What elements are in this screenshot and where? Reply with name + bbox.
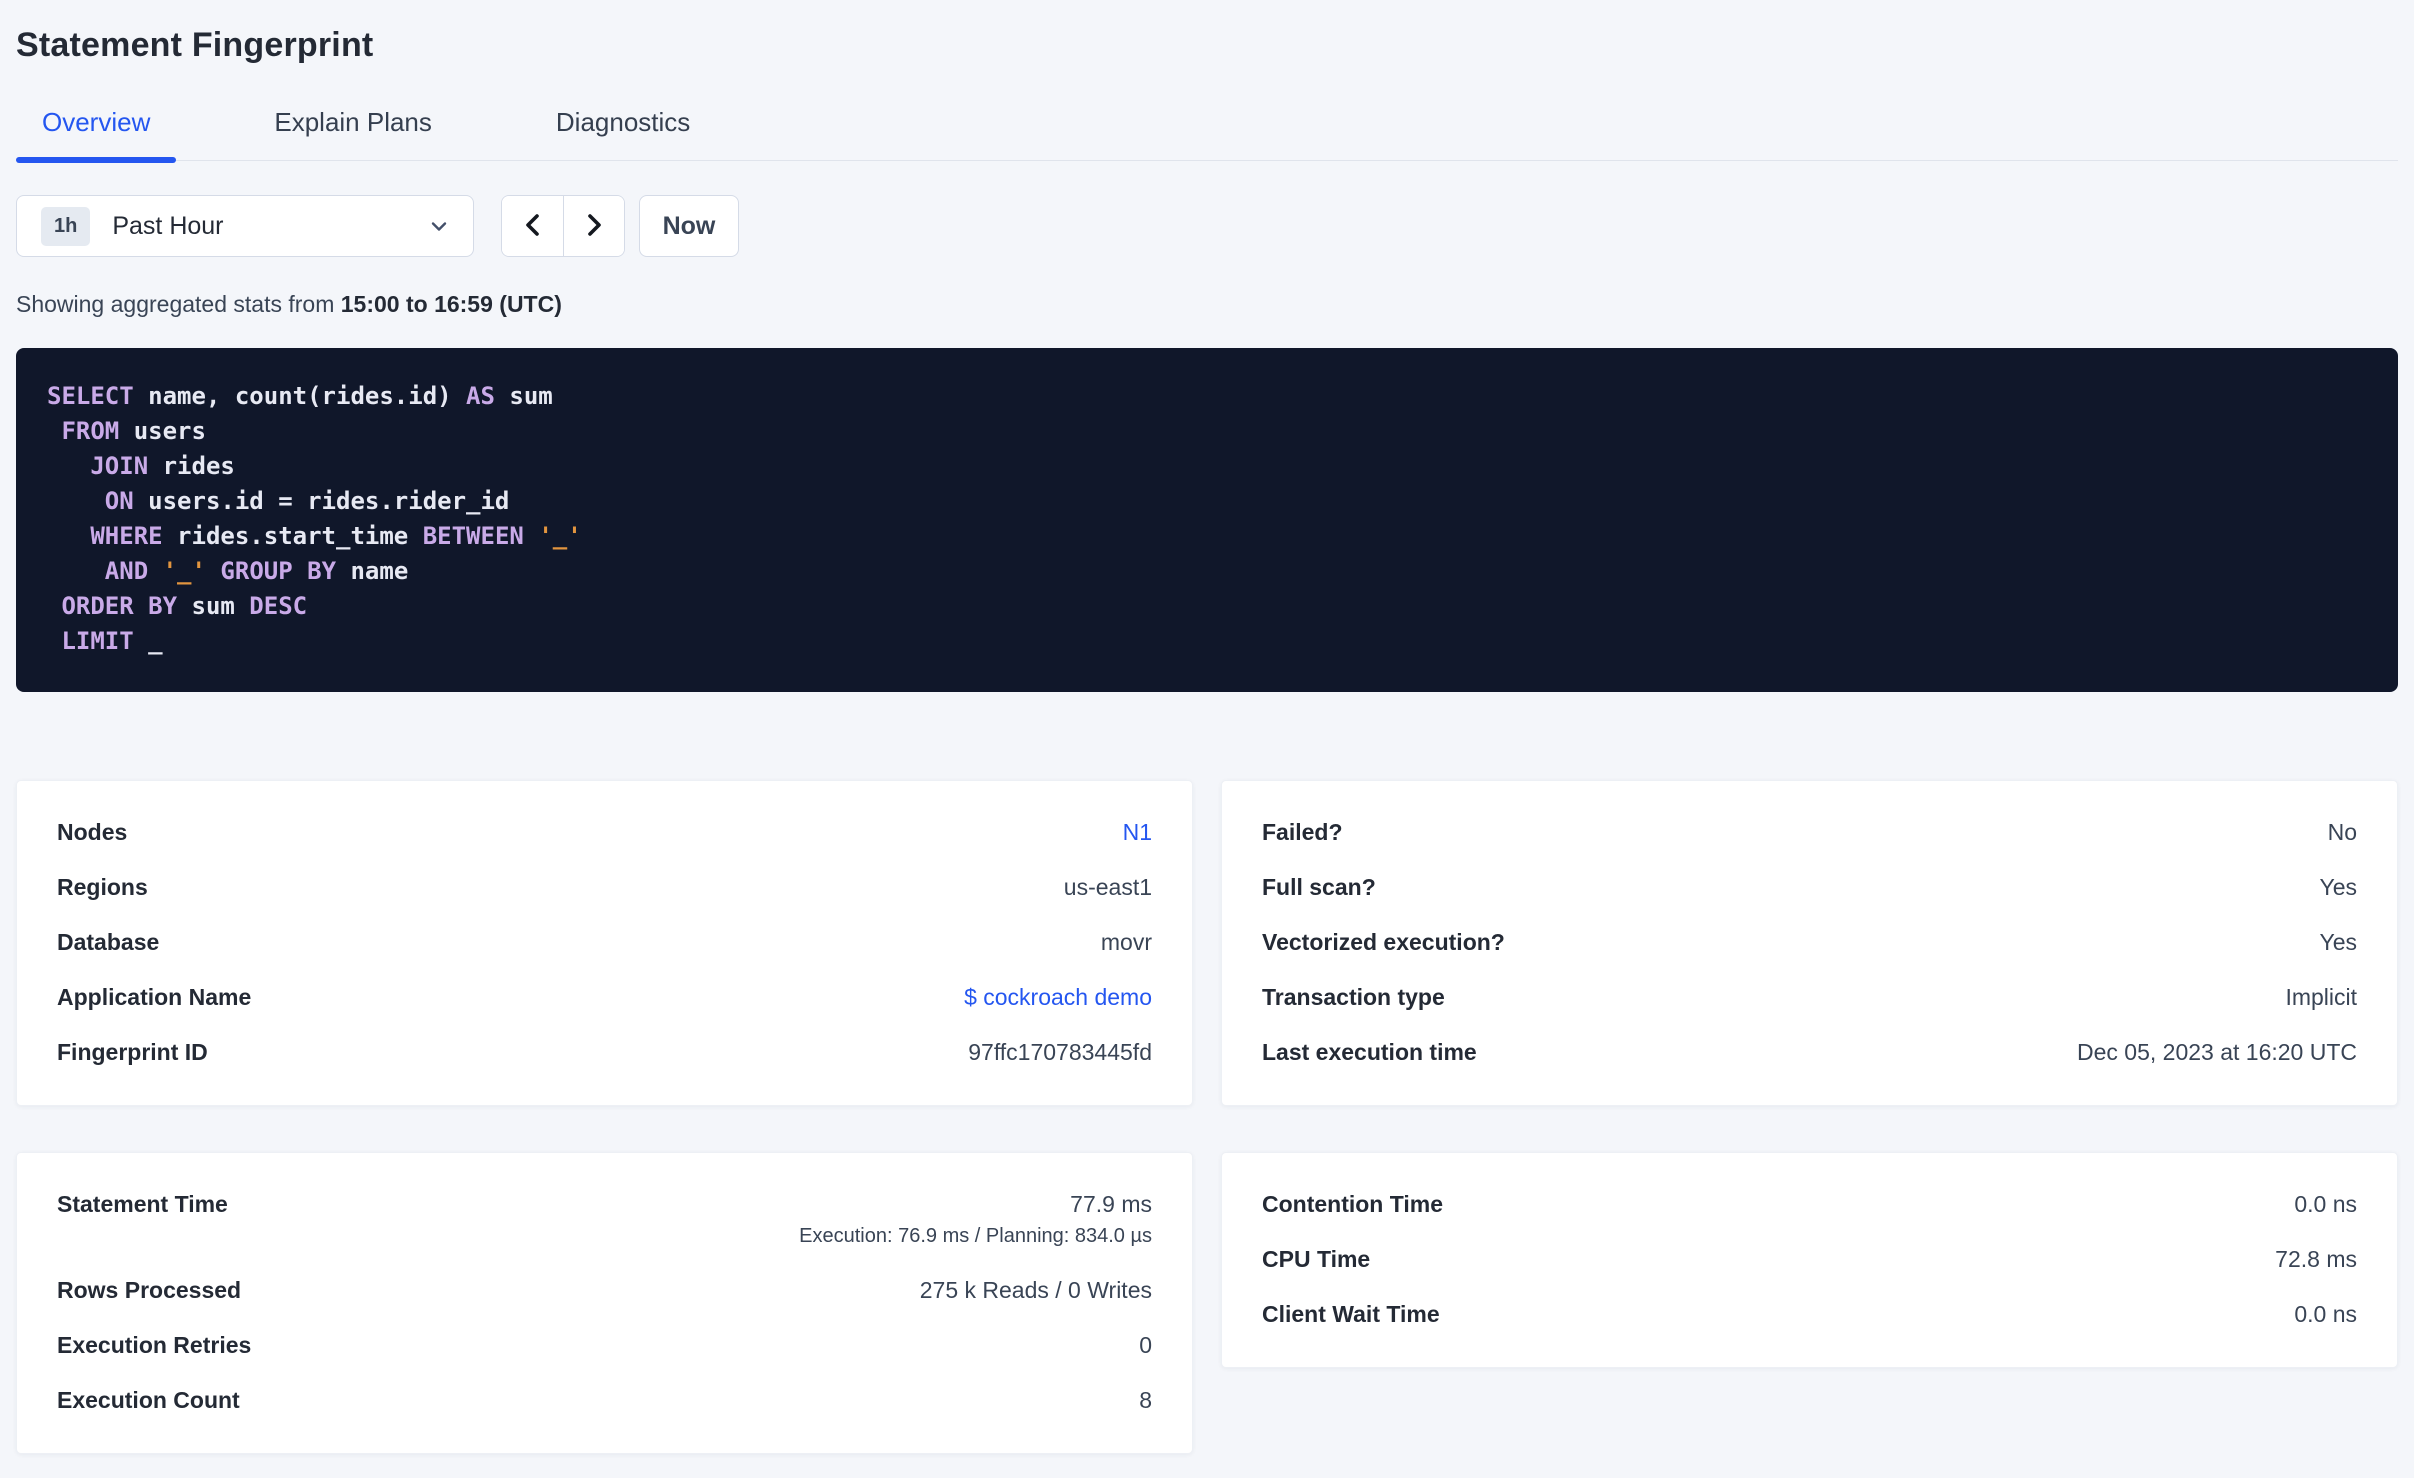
stat-value-wrap: N1 [1123, 818, 1152, 846]
stat-label: Execution Count [57, 1387, 240, 1413]
time-range-label: Past Hour [112, 211, 224, 240]
stat-row-statement-time: Statement Time 77.9 ms Execution: 76.9 ms … [57, 1190, 1152, 1249]
tab-diagnostics[interactable]: Diagnostics [530, 107, 716, 160]
now-button[interactable]: Now [639, 195, 739, 257]
stat-value-wrap: Dec 05, 2023 at 16:20 UTC [2077, 1038, 2357, 1066]
tab-bar: Overview Explain Plans Diagnostics [16, 107, 2398, 163]
prev-time-button[interactable] [502, 196, 563, 256]
statement-time-card: Statement Time 77.9 ms Execution: 76.9 ms … [16, 1152, 1193, 1454]
stat-value: movr [1100, 929, 1152, 955]
stat-label: Statement Time [57, 1191, 228, 1217]
chevron-down-icon [427, 214, 451, 238]
stat-value: 77.9 ms [1070, 1191, 1152, 1217]
stat-value-wrap: $ cockroach demo [964, 983, 1152, 1011]
stat-value: 8 [1139, 1387, 1152, 1413]
stat-value: us-east1 [1063, 874, 1152, 900]
stat-value-wrap: movr [1101, 928, 1152, 956]
stat-value: No [2327, 819, 2357, 845]
stat-value-wrap: 8 [1139, 1386, 1152, 1414]
stat-value-wrap: us-east1 [1064, 873, 1152, 901]
next-time-button[interactable] [563, 196, 624, 256]
stat-value: 0.0 ns [2294, 1191, 2357, 1217]
stat-label: Client Wait Time [1262, 1301, 1440, 1327]
stat-row-transaction-type: Transaction type Implicit [1262, 983, 2357, 1011]
statement-details-card: Nodes N1 Regions us-east1 Database movr Applic… [16, 780, 1193, 1106]
stat-row-last-execution-time: Last execution time Dec 05, 2023 at 16:20… [1262, 1038, 2357, 1066]
stat-label: Transaction type [1262, 984, 1445, 1010]
stat-value: Yes [2319, 929, 2357, 955]
stat-value: Yes [2319, 874, 2357, 900]
stat-value-wrap: 97ffc170783445fd [968, 1038, 1152, 1066]
stat-label: Execution Retries [57, 1332, 252, 1358]
tab-explain-plans[interactable]: Explain Plans [248, 107, 458, 160]
stat-row-vectorized-execution: Vectorized execution? Yes [1262, 928, 2357, 956]
stat-value-wrap: 275 k Reads / 0 Writes [920, 1276, 1152, 1304]
stat-label: Full scan? [1262, 874, 1376, 900]
stat-value-wrap: 0 [1139, 1331, 1152, 1359]
stat-value: Dec 05, 2023 at 16:20 UTC [2077, 1039, 2357, 1065]
stat-value: 0.0 ns [2294, 1301, 2357, 1327]
stat-label: Regions [57, 874, 148, 900]
aggregated-stats-caption: Showing aggregated stats from 15:00 to 1… [16, 291, 2398, 318]
stat-row-regions: Regions us-east1 [57, 873, 1152, 901]
statement-fingerprint-page: Statement Fingerprint Overview Explain P… [0, 0, 2414, 1478]
stat-label: Last execution time [1262, 1039, 1477, 1065]
stat-row-execution-retries: Execution Retries 0 [57, 1331, 1152, 1359]
stat-value-wrap: 72.8 ms [2275, 1245, 2357, 1273]
sql-statement-box: SELECT name, count(rides.id) AS sum FROM… [16, 348, 2398, 692]
sql-statement: SELECT name, count(rides.id) AS sum FROM… [47, 382, 582, 655]
stat-row-execution-count: Execution Count 8 [57, 1386, 1152, 1414]
stat-row-full-scan: Full scan? Yes [1262, 873, 2357, 901]
stat-value: 72.8 ms [2275, 1246, 2357, 1272]
stat-value-wrap: 0.0 ns [2294, 1190, 2357, 1218]
stat-value-wrap: Yes [2319, 928, 2357, 956]
stat-label: Fingerprint ID [57, 1039, 208, 1065]
stat-subvalue: Execution: 76.9 ms / Planning: 834.0 µs [799, 1225, 1152, 1247]
time-range-badge: 1h [41, 206, 91, 246]
stat-value: Implicit [2285, 984, 2357, 1010]
chevron-right-icon [581, 212, 607, 241]
stat-row-cpu-time: CPU Time 72.8 ms [1262, 1245, 2357, 1273]
stat-value-wrap: No [2328, 818, 2357, 846]
stat-label: Rows Processed [57, 1277, 242, 1303]
execution-attributes-card: Failed? No Full scan? Yes Vectorized executi… [1221, 780, 2398, 1106]
stat-value-wrap: 0.0 ns [2294, 1300, 2357, 1328]
stat-label: Contention Time [1262, 1191, 1444, 1217]
time-controls: 1h Past Hour Now [16, 195, 2398, 257]
nodes-link[interactable]: N1 [1123, 819, 1152, 845]
caption-prefix: Showing aggregated stats from [16, 291, 341, 317]
application-name-link[interactable]: $ cockroach demo [964, 984, 1152, 1010]
stat-value-wrap: Implicit [2285, 983, 2357, 1011]
stat-label: Vectorized execution? [1262, 929, 1505, 955]
stat-label: CPU Time [1262, 1246, 1371, 1272]
stat-value: 0 [1139, 1332, 1152, 1358]
stat-value: 97ffc170783445fd [968, 1039, 1152, 1065]
tab-overview[interactable]: Overview [16, 107, 177, 163]
stat-label: Database [57, 929, 160, 955]
stat-label: Nodes [57, 819, 128, 845]
stat-value-wrap: Yes [2319, 873, 2357, 901]
stats-cards-grid: Nodes N1 Regions us-east1 Database movr Applic… [16, 780, 2398, 1454]
time-step-group [501, 195, 625, 257]
wait-time-card: Contention Time 0.0 ns CPU Time 72.8 ms Clie… [1221, 1152, 2398, 1368]
page-title: Statement Fingerprint [16, 26, 374, 64]
stat-row-failed: Failed? No [1262, 818, 2357, 846]
stat-value: 275 k Reads / 0 Writes [919, 1277, 1152, 1303]
time-range-select[interactable]: 1h Past Hour [16, 195, 474, 257]
stat-value-wrap: 77.9 ms Execution: 76.9 ms / Planning: 83… [799, 1190, 1152, 1249]
stat-row-nodes: Nodes N1 [57, 818, 1152, 846]
stat-label: Failed? [1262, 819, 1343, 845]
caption-time-range: 15:00 to 16:59 (UTC) [340, 291, 562, 317]
stat-row-client-wait-time: Client Wait Time 0.0 ns [1262, 1300, 2357, 1328]
stat-row-database: Database movr [57, 928, 1152, 956]
stat-label: Application Name [57, 984, 252, 1010]
stat-row-contention-time: Contention Time 0.0 ns [1262, 1190, 2357, 1218]
stat-row-fingerprint-id: Fingerprint ID 97ffc170783445fd [57, 1038, 1152, 1066]
stat-row-rows-processed: Rows Processed 275 k Reads / 0 Writes [57, 1276, 1152, 1304]
chevron-left-icon [520, 212, 546, 241]
stat-row-application-name: Application Name $ cockroach demo [57, 983, 1152, 1011]
